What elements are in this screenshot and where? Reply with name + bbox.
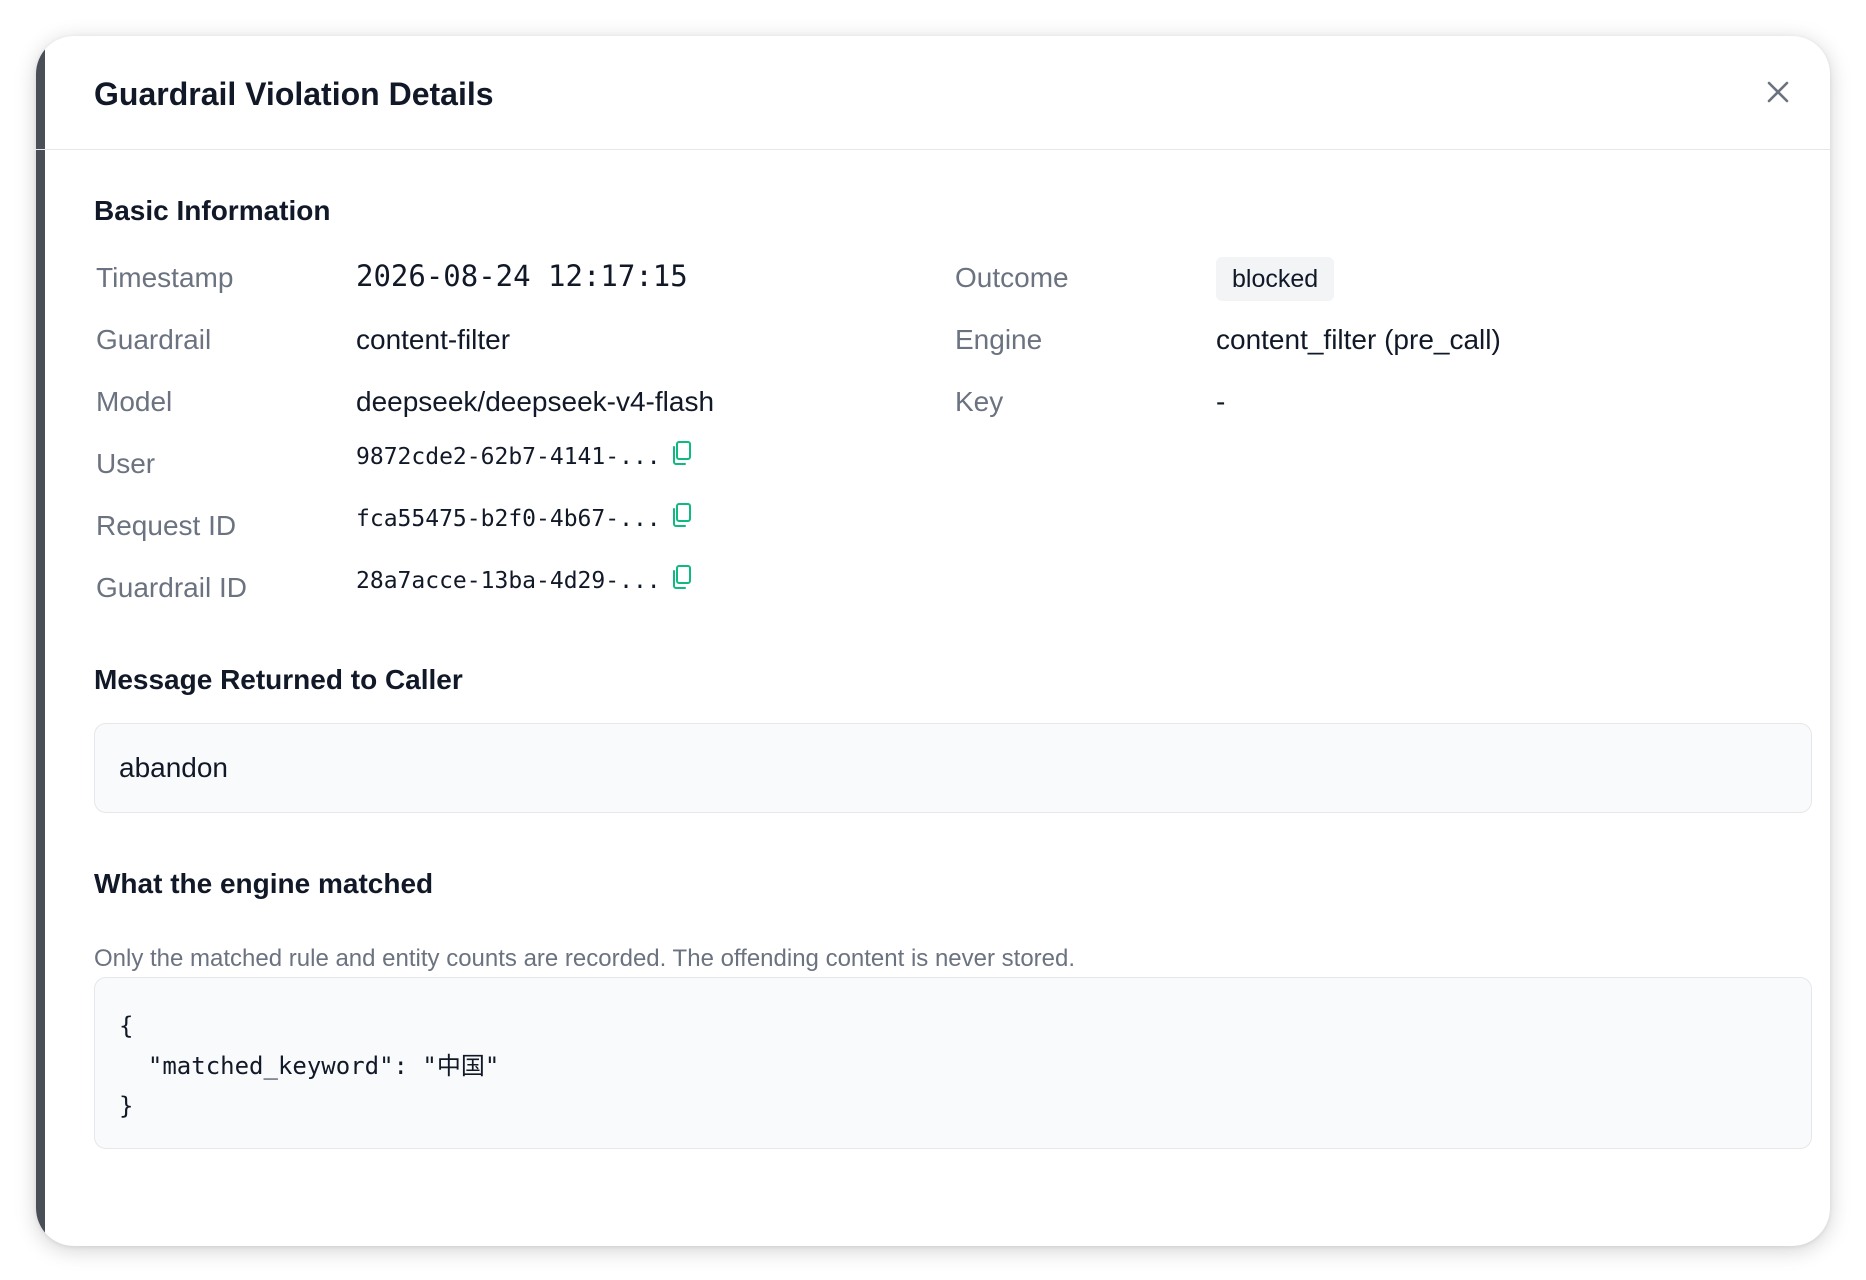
key-label: Key <box>955 386 1004 417</box>
copy-icon <box>672 440 691 465</box>
request-id-row: fca55475-b2f0-4b67-... <box>356 501 693 537</box>
user-value: 9872cde2-62b7-4141-... <box>356 444 661 470</box>
copy-guardrail-id-icon[interactable] <box>671 564 693 604</box>
matched-json-box: { "matched_keyword": "中国" } <box>94 977 1812 1149</box>
copy-icon <box>672 564 691 589</box>
engine-label: Engine <box>955 324 1043 355</box>
timestamp-value: 2026-08-24 12:17:15 <box>356 259 688 293</box>
outcome-badge: blocked <box>1216 257 1335 301</box>
engine-value: content_filter (pre_call) <box>1216 324 1501 355</box>
user-label: User <box>96 448 156 479</box>
guardrail-id-label: Guardrail ID <box>96 572 247 603</box>
basic-info-heading: Basic Information <box>94 195 331 226</box>
timestamp-label: Timestamp <box>96 262 234 293</box>
guardrail-label: Guardrail <box>96 324 212 355</box>
engine-match-heading: What the engine matched <box>94 868 434 899</box>
message-text: abandon <box>119 752 229 783</box>
model-label: Model <box>96 386 173 417</box>
engine-match-hint: Only the matched rule and entity counts … <box>94 945 1076 972</box>
close-button[interactable] <box>1760 74 1796 110</box>
request-id-value: fca55475-b2f0-4b67-... <box>356 506 661 532</box>
copy-request-id-icon[interactable] <box>671 502 693 542</box>
message-returned-heading: Message Returned to Caller <box>94 664 463 695</box>
modal-header: Guardrail Violation Details <box>36 36 1830 150</box>
guardrail-value: content-filter <box>356 324 511 355</box>
user-row: 9872cde2-62b7-4141-... <box>356 439 693 475</box>
request-id-label: Request ID <box>96 510 237 541</box>
guardrail-violation-modal: Guardrail Violation Details Basic Inform… <box>36 36 1830 1246</box>
close-icon <box>1767 81 1789 103</box>
key-value: - <box>1216 386 1226 417</box>
copy-user-icon[interactable] <box>671 440 693 480</box>
guardrail-id-value: 28a7acce-13ba-4d29-... <box>356 568 661 594</box>
outcome-label: Outcome <box>955 262 1069 293</box>
message-box: abandon <box>94 723 1812 813</box>
guardrail-id-row: 28a7acce-13ba-4d29-... <box>356 563 693 599</box>
model-value: deepseek/deepseek-v4-flash <box>356 386 715 417</box>
copy-icon <box>672 502 691 527</box>
modal-title: Guardrail Violation Details <box>94 76 494 112</box>
matched-json-code: { "matched_keyword": "中国" } <box>119 1012 500 1120</box>
background-page-edge <box>36 36 45 1246</box>
